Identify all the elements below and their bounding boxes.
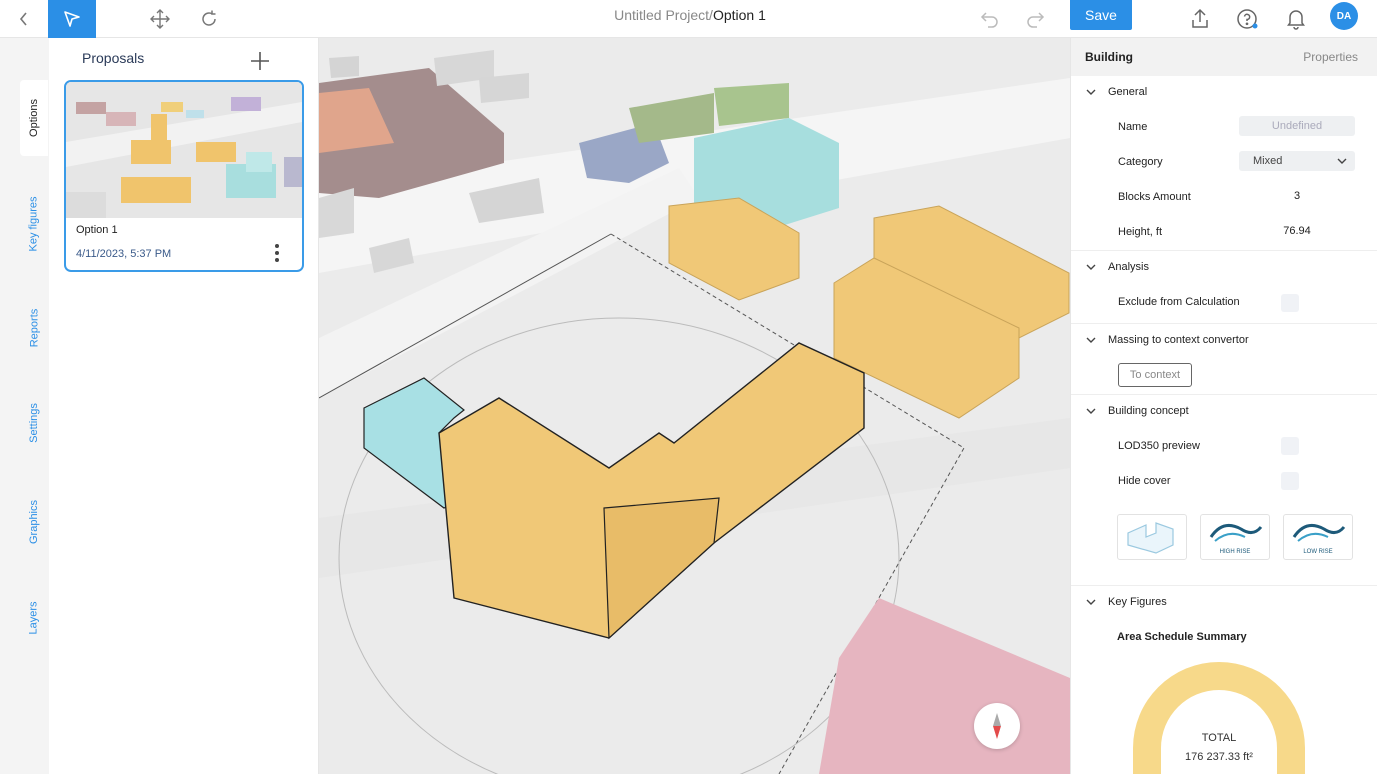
row-category: Category Mixed <box>1071 146 1377 180</box>
rail-tab-options[interactable]: Options <box>20 80 48 156</box>
rail-tab-graphics[interactable]: Graphics <box>20 490 48 554</box>
section-massing[interactable]: Massing to context convertor <box>1071 323 1377 357</box>
chevron-down-icon <box>1086 337 1096 343</box>
proposal-date: 4/11/2023, 5:37 PM <box>76 248 172 260</box>
section-building-concept[interactable]: Building concept <box>1071 394 1377 428</box>
section-label: Analysis <box>1108 261 1149 273</box>
donut-total-label: TOTAL <box>1201 732 1237 744</box>
move-arrows-icon[interactable] <box>146 0 174 38</box>
section-label: Building concept <box>1108 405 1189 417</box>
concept-custom-button[interactable] <box>1117 514 1187 560</box>
to-context-button[interactable]: To context <box>1118 363 1192 387</box>
rail-tab-key-figures[interactable]: Key figures <box>20 184 48 264</box>
properties-panel: Building Properties General Name Undefin… <box>1070 38 1377 774</box>
row-blocks: Blocks Amount 3 <box>1071 181 1377 215</box>
concept-caption: HIGH RISE <box>1219 549 1251 555</box>
select-cursor-icon[interactable] <box>48 0 96 38</box>
rail-tab-label: Options <box>28 99 41 137</box>
row-name: Name Undefined <box>1071 111 1377 145</box>
concept-low-rise-button[interactable]: LOW RISE <box>1283 514 1353 560</box>
rail-tab-layers[interactable]: Layers <box>20 593 48 643</box>
project-name: Untitled Project/ <box>614 7 713 23</box>
row-hide-cover: Hide cover <box>1071 465 1377 499</box>
row-exclude: Exclude from Calculation <box>1071 286 1377 320</box>
rail-tab-label: Layers <box>28 601 40 635</box>
area-schedule-title: Area Schedule Summary <box>1117 631 1247 643</box>
more-vertical-icon[interactable] <box>271 242 283 264</box>
save-button[interactable]: Save <box>1070 0 1132 30</box>
height-value[interactable]: 76.94 <box>1239 221 1355 241</box>
rail-tab-label: Graphics <box>28 499 40 545</box>
concept-high-rise-button[interactable]: HIGH RISE <box>1200 514 1270 560</box>
proposals-title: Proposals <box>82 50 145 66</box>
proposal-name: Option 1 <box>76 224 118 236</box>
row-height: Height, ft 76.94 <box>1071 216 1377 250</box>
row-lod: LOD350 preview <box>1071 430 1377 464</box>
tab-properties[interactable]: Properties <box>1303 50 1358 64</box>
hide-cover-label: Hide cover <box>1118 475 1171 487</box>
rail-tab-label: Reports <box>28 308 40 348</box>
category-label: Category <box>1118 156 1163 168</box>
building-shape-icon <box>1127 522 1174 554</box>
rail-tab-label: Settings <box>28 403 40 443</box>
top-toolbar: Untitled Project/Option 1 Save DA <box>0 0 1377 38</box>
compass-icon[interactable] <box>974 703 1020 749</box>
tab-building[interactable]: Building <box>1085 50 1133 64</box>
project-breadcrumb: Untitled Project/Option 1 <box>560 0 820 38</box>
notification-bell-icon[interactable] <box>1282 0 1310 38</box>
rail-tab-reports[interactable]: Reports <box>20 298 48 358</box>
left-rail: Options Key figures Reports Settings Gra… <box>0 38 49 774</box>
chevron-down-icon <box>1086 408 1096 414</box>
low-rise-logo-icon <box>1292 523 1346 542</box>
rail-tab-label: Key figures <box>28 196 40 252</box>
section-label: Massing to context convertor <box>1108 334 1249 346</box>
redo-icon[interactable] <box>1022 0 1050 38</box>
upload-icon[interactable] <box>1186 0 1214 38</box>
name-input[interactable]: Undefined <box>1239 116 1355 136</box>
lod-label: LOD350 preview <box>1118 440 1200 452</box>
lod-checkbox[interactable] <box>1281 437 1299 455</box>
add-proposal-icon[interactable] <box>249 50 271 72</box>
chevron-down-icon <box>1086 89 1096 95</box>
exclude-checkbox[interactable] <box>1281 294 1299 312</box>
rail-tab-settings[interactable]: Settings <box>20 393 48 453</box>
chevron-down-icon <box>1337 158 1347 164</box>
height-label: Height, ft <box>1118 226 1163 238</box>
undo-icon[interactable] <box>975 0 1003 38</box>
user-avatar[interactable]: DA <box>1330 2 1358 30</box>
chevron-down-icon <box>1086 264 1096 270</box>
properties-header: Building Properties <box>1071 38 1377 76</box>
high-rise-logo-icon <box>1209 523 1263 542</box>
exclude-label: Exclude from Calculation <box>1118 296 1240 308</box>
section-general[interactable]: General <box>1071 76 1377 110</box>
chevron-down-icon <box>1086 599 1096 605</box>
section-key-figures[interactable]: Key Figures <box>1071 585 1377 619</box>
blocks-label: Blocks Amount <box>1118 191 1191 203</box>
name-label: Name <box>1118 121 1148 133</box>
section-label: General <box>1108 86 1148 98</box>
section-analysis[interactable]: Analysis <box>1071 250 1377 284</box>
blocks-value[interactable]: 3 <box>1239 186 1355 206</box>
proposals-panel: Proposals Option 1 4/11/2023, 5:37 PM <box>49 38 319 774</box>
donut-total-value: 176 237.33 ft² <box>1185 751 1253 763</box>
help-icon[interactable] <box>1234 0 1262 38</box>
section-label: Key Figures <box>1108 596 1167 608</box>
3d-viewport[interactable] <box>319 38 1070 774</box>
concept-caption: LOW RISE <box>1303 549 1333 555</box>
back-chevron-icon[interactable] <box>10 0 38 38</box>
category-select[interactable]: Mixed <box>1239 151 1355 171</box>
option-name: Option 1 <box>712 7 766 23</box>
category-value: Mixed <box>1253 155 1283 167</box>
proposal-thumbnail <box>66 82 302 218</box>
hide-cover-checkbox[interactable] <box>1281 472 1299 490</box>
proposal-card[interactable]: Option 1 4/11/2023, 5:37 PM <box>64 80 304 272</box>
rotate-icon[interactable] <box>195 0 223 38</box>
